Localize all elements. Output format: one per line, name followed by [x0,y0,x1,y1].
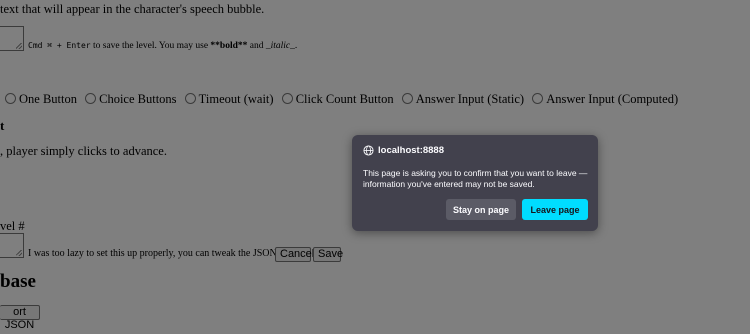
globe-icon [363,145,374,156]
dialog-host: localhost:8888 [378,145,444,156]
leave-page-dialog: localhost:8888 This page is asking you t… [352,135,598,231]
stay-on-page-button[interactable]: Stay on page [446,199,516,220]
dialog-message: This page is asking you to confirm that … [363,168,588,189]
dialog-header: localhost:8888 [363,145,444,156]
leave-page-button[interactable]: Leave page [522,199,588,220]
